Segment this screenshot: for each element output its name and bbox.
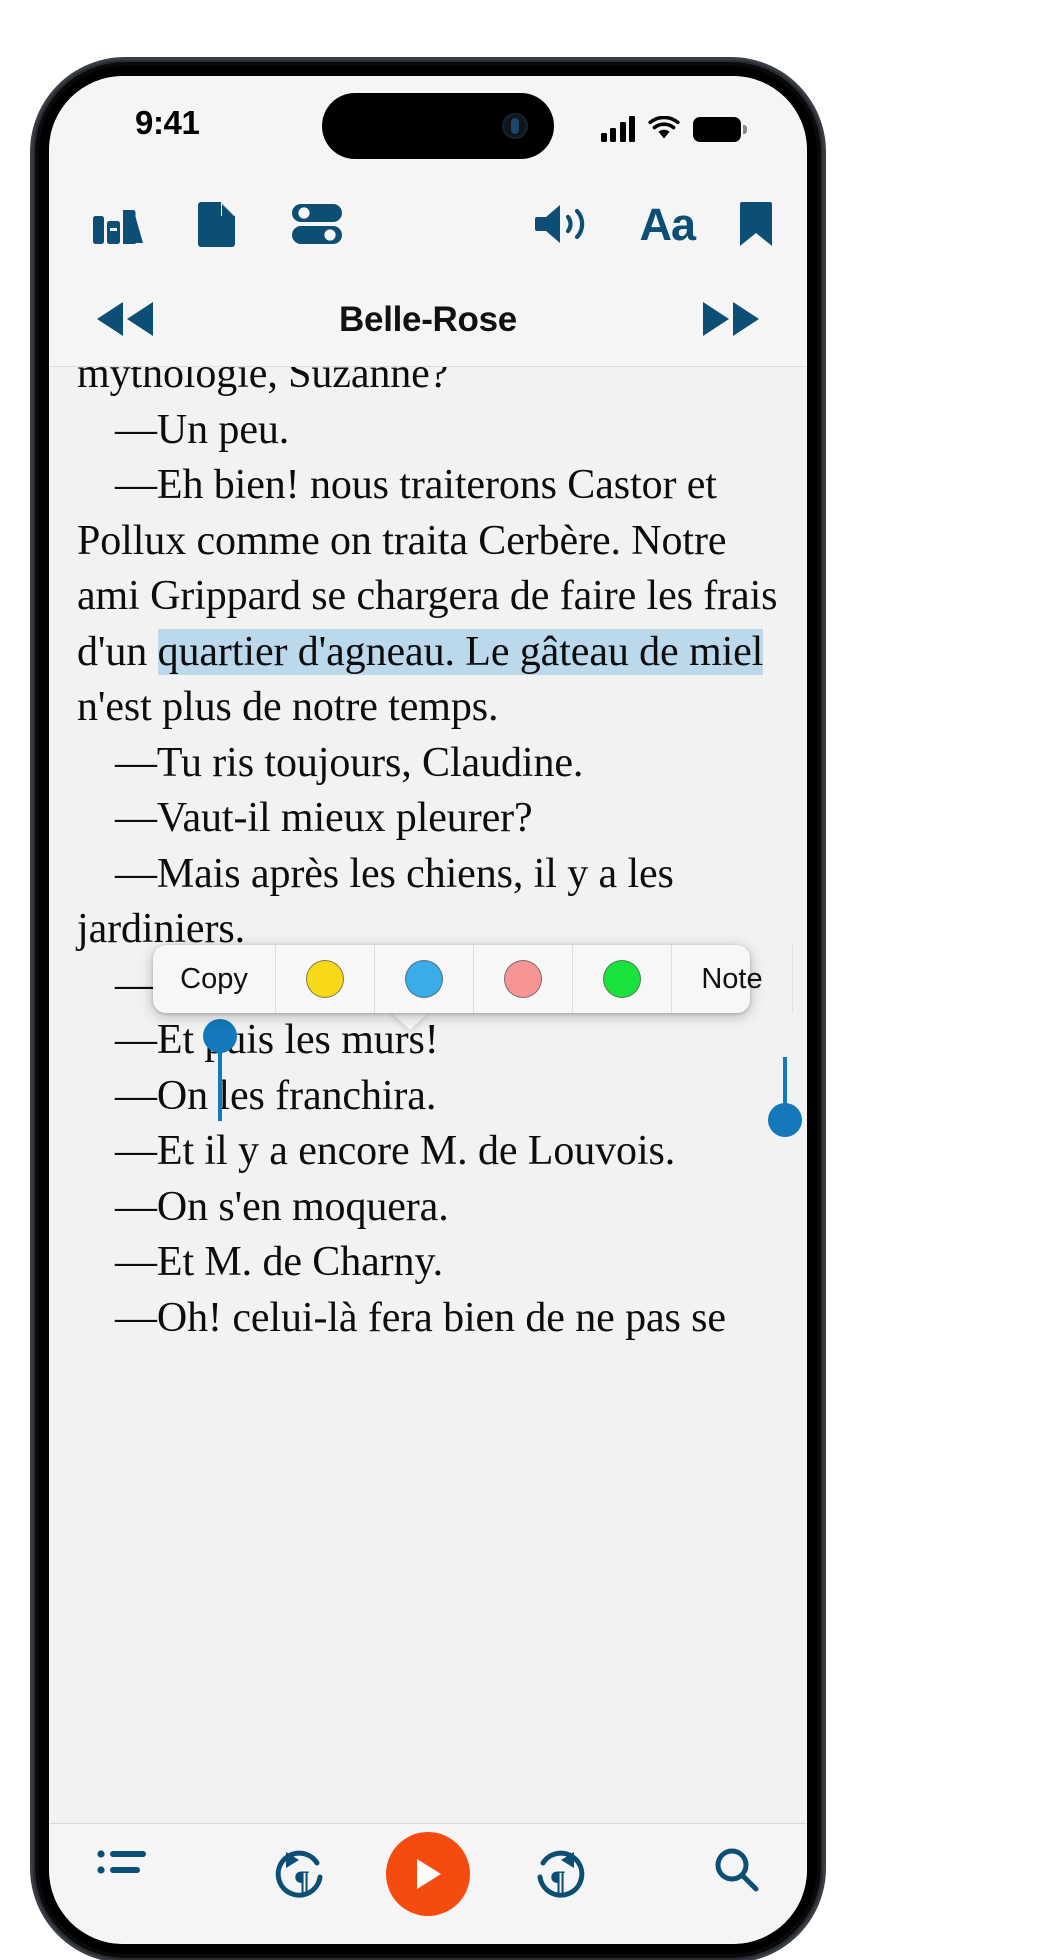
fast-forward-icon[interactable]: [699, 298, 763, 345]
paragraph: —Oh! celui-là fera bien de ne pas se: [115, 1294, 726, 1341]
highlight-green-button[interactable]: [573, 945, 672, 1013]
speaker-icon[interactable]: [533, 200, 595, 248]
paragraph: —Et il y a encore M. de Louvois.: [115, 1128, 676, 1174]
page-icon[interactable]: [197, 200, 239, 248]
page-title: Belle-Rose: [339, 300, 517, 339]
paragraph: —Mais après les chiens, il y a les jardi…: [77, 850, 674, 953]
front-camera-icon: [502, 113, 528, 139]
reader-text-area[interactable]: mythologie, Suzanne? —Un peu. —Eh bien! …: [49, 367, 807, 1825]
highlight-green-swatch: [603, 960, 641, 998]
highlight-blue-swatch: [405, 960, 443, 998]
status-indicators: [600, 102, 747, 142]
phone-frame: 9:41 Aa Belle-Rose mythologie, Suzanne? …: [33, 60, 823, 1960]
battery-full-icon: [693, 117, 747, 142]
popup-pointer: [390, 1011, 430, 1030]
play-icon: [417, 1859, 441, 1889]
skip-back-paragraph-icon[interactable]: ¶: [271, 1846, 333, 1908]
paragraph: —Et M. de Charny.: [115, 1239, 444, 1285]
status-time: 9:41: [135, 104, 200, 141]
highlight-yellow-button[interactable]: [276, 945, 375, 1013]
more-options-button[interactable]: [793, 945, 807, 1013]
paragraph: —On s'en moquera.: [115, 1183, 449, 1230]
paragraph: —Vaut-il mieux pleurer?: [115, 795, 533, 841]
library-icon[interactable]: [91, 202, 145, 246]
svg-text:¶: ¶: [294, 1865, 310, 1898]
copy-label: Copy: [180, 962, 248, 995]
cellular-signal-icon: [600, 116, 635, 142]
text-size-icon[interactable]: Aa: [639, 198, 696, 250]
highlight-pink-swatch: [504, 960, 542, 998]
highlight-yellow-swatch: [306, 960, 344, 998]
paragraph: mythologie, Suzanne?: [77, 367, 449, 397]
wifi-icon: [648, 116, 680, 139]
text-size-label: Aa: [639, 198, 696, 250]
selected-text[interactable]: quartier d'agneau. Le gâteau de miel: [157, 628, 763, 675]
copy-button[interactable]: Copy: [153, 945, 276, 1013]
text-selection-menu: Copy Note: [153, 945, 793, 1013]
highlight-blue-button[interactable]: [375, 945, 474, 1013]
book-text: mythologie, Suzanne? —Un peu. —Eh bien! …: [77, 367, 779, 1346]
search-icon[interactable]: [713, 1846, 759, 1892]
bottom-toolbar: ¶ ¶: [49, 1823, 807, 1944]
play-button[interactable]: [386, 1832, 470, 1916]
svg-text:¶: ¶: [550, 1865, 566, 1898]
paragraph: —Tu ris toujours, Claudine.: [115, 739, 584, 786]
status-bar: 9:41: [49, 76, 807, 172]
bookmark-icon[interactable]: [739, 200, 773, 248]
chapter-nav-bar: Belle-Rose: [49, 276, 807, 367]
paragraph: —Un peu.: [115, 406, 290, 453]
reader-settings-icon[interactable]: [291, 202, 343, 246]
skip-forward-paragraph-icon[interactable]: ¶: [527, 1846, 589, 1908]
paragraph-with-selection: —Eh bien! nous traiterons Castor et Poll…: [77, 462, 778, 730]
note-button[interactable]: Note: [672, 945, 793, 1013]
screenshot-root: 9:41 Aa Belle-Rose mythologie, Suzanne? …: [0, 0, 1047, 1960]
note-label: Note: [701, 962, 763, 995]
table-of-contents-icon[interactable]: [97, 1846, 147, 1886]
dynamic-island: [322, 93, 554, 159]
highlight-pink-button[interactable]: [474, 945, 573, 1013]
phone-screen: 9:41 Aa Belle-Rose mythologie, Suzanne? …: [49, 76, 807, 1944]
paragraph: —On les franchira.: [115, 1072, 437, 1119]
top-toolbar: Aa: [49, 172, 807, 276]
